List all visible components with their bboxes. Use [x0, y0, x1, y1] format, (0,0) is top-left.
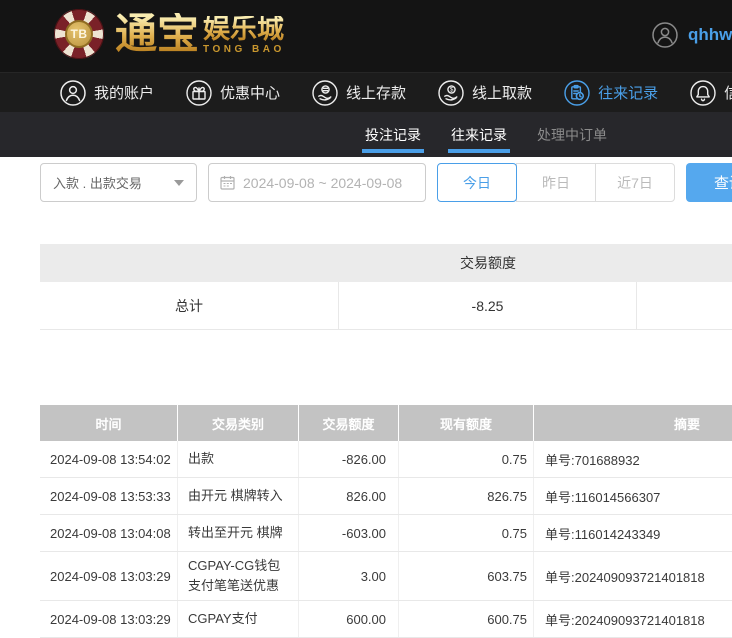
nav-item-deposit[interactable]: 线上存款: [312, 80, 406, 106]
main-nav: 我的账户 优惠中心 线上存款: [0, 72, 732, 112]
cell-time: 2024-09-08 13:53:33: [40, 478, 178, 514]
cell-time: 2024-09-08 13:03:29: [40, 601, 178, 637]
calendar-icon: [220, 175, 235, 190]
last7days-button[interactable]: 近7日: [595, 163, 675, 202]
gift-icon: [186, 80, 212, 106]
cell-balance: 826.75: [399, 478, 534, 514]
yesterday-button[interactable]: 昨日: [516, 163, 596, 202]
summary-table: 交易额度 总计 -8.25: [40, 244, 732, 330]
summary-total-value: -8.25: [339, 282, 637, 329]
nav-label: 线上存款: [346, 82, 406, 103]
transactions-table: 时间 交易类别 交易额度 现有额度 摘要 2024-09-08 13:54:02…: [40, 405, 732, 638]
cell-summary: 单号:202409093721401818: [534, 552, 732, 600]
nav-label: 信息: [724, 82, 732, 103]
table-row: 2024-09-08 13:03:29 CGPAY支付 600.00 600.7…: [40, 601, 732, 638]
user-account[interactable]: qhhwa: [652, 22, 732, 48]
cell-amount: -826.00: [299, 441, 399, 477]
col-header-time: 时间: [40, 405, 178, 441]
cell-category: 由开元 棋牌转入: [178, 478, 299, 514]
cell-amount: -603.00: [299, 515, 399, 551]
cell-amount: 3.00: [299, 552, 399, 600]
withdraw-icon: $: [438, 80, 464, 106]
quick-range-group: 今日 昨日 近7日: [437, 163, 675, 202]
chevron-down-icon: [174, 180, 184, 186]
cell-summary: 单号:701688932: [534, 441, 732, 477]
brand-name-secondary: 娱乐城: [203, 16, 284, 43]
record-tabs: 投注记录 往来记录 处理中订单: [0, 112, 732, 157]
cell-summary: 单号:202409093721401818: [534, 601, 732, 637]
cell-balance: 603.75: [399, 552, 534, 600]
cell-time: 2024-09-08 13:03:29: [40, 552, 178, 600]
user-icon: [60, 80, 86, 106]
date-range-value: 2024-09-08 ~ 2024-09-08: [243, 175, 402, 191]
transaction-type-select[interactable]: 入款 . 出款交易: [40, 163, 197, 202]
nav-item-withdraw[interactable]: $ 线上取款: [438, 80, 532, 106]
brand-logo[interactable]: TB 通宝 娱乐城 TONG BAO: [54, 9, 285, 59]
username: qhhwa: [688, 25, 732, 45]
tab-label: 往来记录: [451, 125, 507, 145]
today-button[interactable]: 今日: [437, 163, 517, 202]
deposit-icon: [312, 80, 338, 106]
content-area: 入款 . 出款交易 2024-09-08 ~ 2024-09-08 今日 昨日 …: [0, 163, 732, 638]
nav-label: 往来记录: [598, 82, 658, 103]
cell-time: 2024-09-08 13:54:02: [40, 441, 178, 477]
bell-icon: [690, 80, 716, 106]
nav-label: 优惠中心: [220, 82, 280, 103]
page: TB 通宝 娱乐城 TONG BAO qhhwa: [0, 0, 732, 638]
cell-category: CGPAY支付: [178, 601, 299, 637]
summary-total-row: 总计 -8.25: [40, 282, 732, 330]
top-header: TB 通宝 娱乐城 TONG BAO qhhwa: [0, 0, 732, 72]
cell-time: 2024-09-08 13:04:08: [40, 515, 178, 551]
nav-label: 线上取款: [472, 82, 532, 103]
summary-header-amount: 交易额度: [339, 253, 637, 273]
table-header-row: 时间 交易类别 交易额度 现有额度 摘要: [40, 405, 732, 441]
search-button[interactable]: 查询: [686, 163, 732, 202]
table-row: 2024-09-08 13:03:29 CGPAY-CG钱包支付笔笔送优惠 3.…: [40, 552, 732, 601]
col-header-balance: 现有额度: [399, 405, 534, 441]
table-row: 2024-09-08 13:53:33 由开元 棋牌转入 826.00 826.…: [40, 478, 732, 515]
cell-category: 转出至开元 棋牌: [178, 515, 299, 551]
brand-name-latin: TONG BAO: [203, 44, 285, 55]
tab-label: 投注记录: [365, 125, 421, 145]
casino-chip-icon: TB: [54, 9, 104, 59]
brand-name-primary: 通宝: [115, 13, 199, 55]
avatar-icon: [652, 22, 678, 48]
filter-row: 入款 . 出款交易 2024-09-08 ~ 2024-09-08 今日 昨日 …: [40, 163, 732, 202]
records-icon: [564, 80, 590, 106]
date-range-picker[interactable]: 2024-09-08 ~ 2024-09-08: [208, 163, 426, 202]
cell-summary: 单号:116014566307: [534, 478, 732, 514]
brand-text: 通宝 娱乐城 TONG BAO: [115, 13, 285, 55]
col-header-category: 交易类别: [178, 405, 299, 441]
cell-category: 出款: [178, 441, 299, 477]
summary-empty-cell: [637, 282, 732, 329]
summary-header-row: 交易额度: [40, 244, 732, 282]
transaction-type-value: 入款 . 出款交易: [53, 173, 174, 192]
cell-amount: 600.00: [299, 601, 399, 637]
table-row: 2024-09-08 13:54:02 出款 -826.00 0.75 单号:7…: [40, 441, 732, 478]
cell-balance: 0.75: [399, 441, 534, 477]
col-header-summary: 摘要: [534, 405, 732, 441]
nav-label: 我的账户: [94, 82, 154, 103]
svg-text:$: $: [450, 86, 454, 93]
nav-item-my-account[interactable]: 我的账户: [60, 80, 154, 106]
chip-tb-label: TB: [65, 20, 93, 48]
nav-item-transactions[interactable]: 往来记录: [564, 80, 658, 106]
nav-item-messages[interactable]: 信息: [690, 80, 732, 106]
table-row: 2024-09-08 13:04:08 转出至开元 棋牌 -603.00 0.7…: [40, 515, 732, 552]
cell-amount: 826.00: [299, 478, 399, 514]
summary-total-label: 总计: [40, 282, 339, 329]
tab-label: 处理中订单: [537, 125, 607, 145]
cell-category: CGPAY-CG钱包支付笔笔送优惠: [178, 552, 299, 600]
cell-summary: 单号:116014243349: [534, 515, 732, 551]
tab-pending-orders[interactable]: 处理中订单: [537, 112, 607, 157]
nav-item-promotions[interactable]: 优惠中心: [186, 80, 280, 106]
cell-balance: 600.75: [399, 601, 534, 637]
tab-betting-records[interactable]: 投注记录: [365, 112, 421, 157]
col-header-amount: 交易额度: [299, 405, 399, 441]
tab-transaction-records[interactable]: 往来记录: [451, 112, 507, 157]
cell-balance: 0.75: [399, 515, 534, 551]
